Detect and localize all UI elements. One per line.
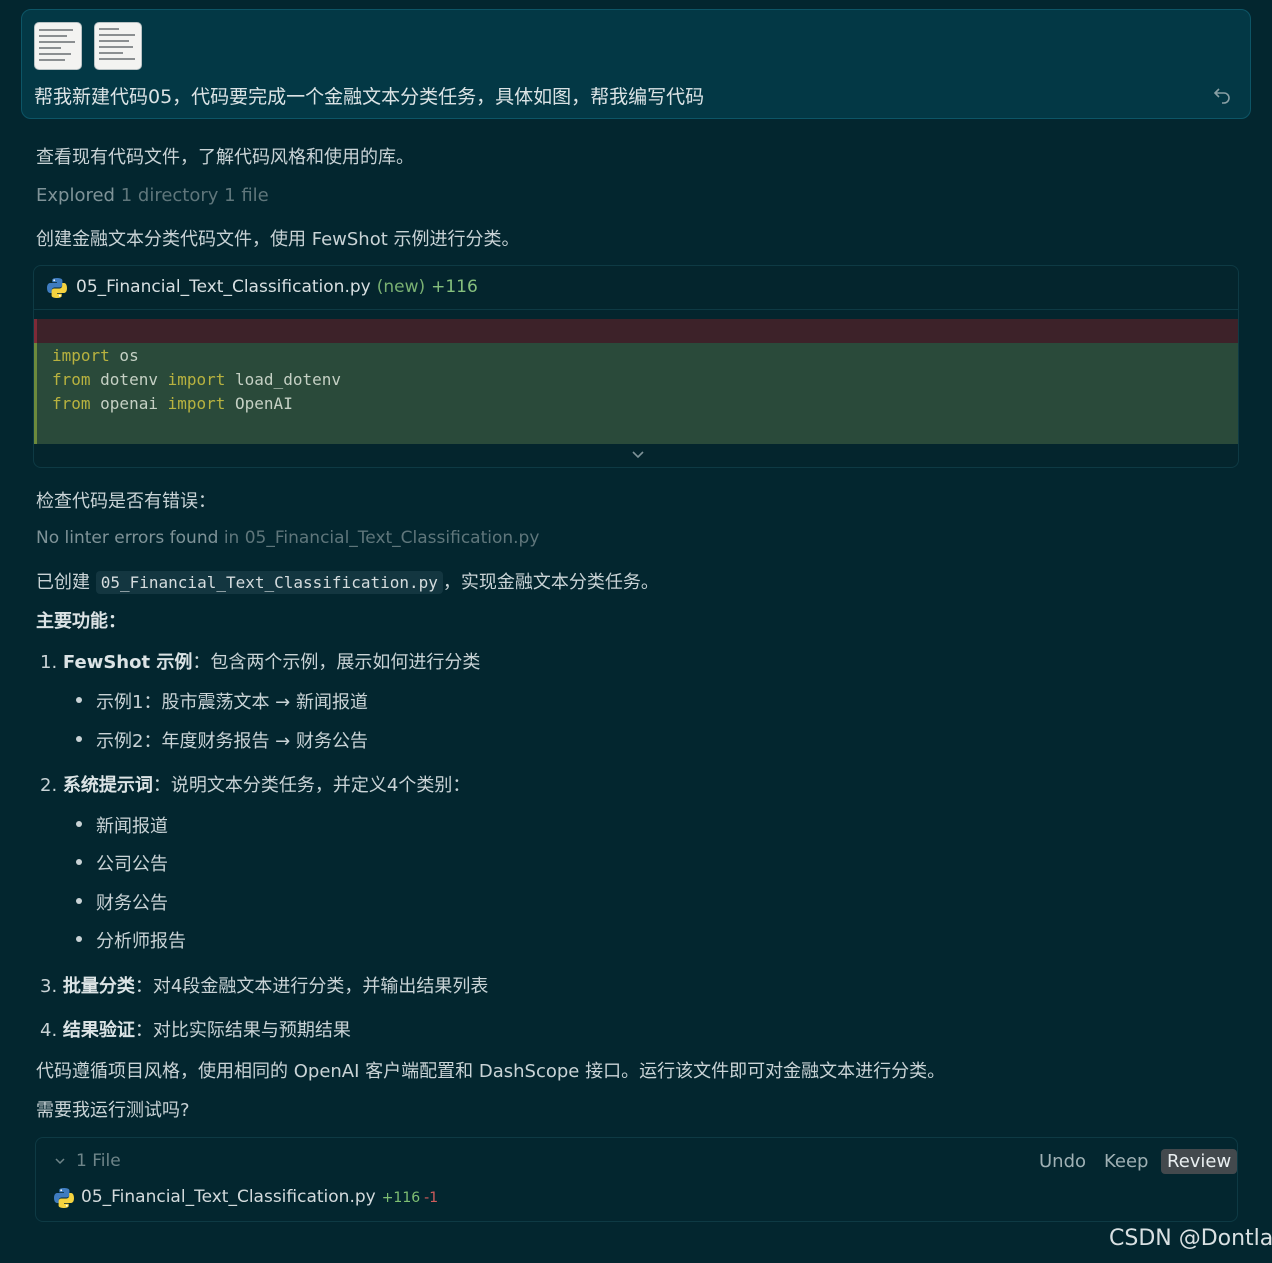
code-line: from dotenv import load_dotenv bbox=[52, 370, 341, 389]
assistant-step-text: 查看现有代码文件，了解代码风格和使用的库。 bbox=[36, 147, 414, 168]
attachment-thumbnail-1[interactable] bbox=[34, 22, 82, 70]
code-line: import os bbox=[52, 346, 139, 365]
explored-label: Explored bbox=[36, 185, 115, 206]
code-card-filename: 05_Financial_Text_Classification.py bbox=[76, 277, 371, 297]
features-title: 主要功能： bbox=[36, 611, 126, 632]
attachment-thumbnail-2[interactable] bbox=[94, 22, 142, 70]
feature-bullet: 新闻报道 bbox=[96, 816, 168, 837]
feature-bullet: 公司公告 bbox=[96, 854, 168, 875]
closing-text: 代码遵循项目风格，使用相同的 OpenAI 客户端配置和 DashScope 接… bbox=[36, 1061, 946, 1082]
feature-bullet: 分析师报告 bbox=[96, 931, 186, 952]
code-line: from openai import OpenAI bbox=[52, 394, 293, 413]
feature-bullet: 示例2：年度财务报告 → 财务公告 bbox=[96, 731, 368, 752]
review-button[interactable]: Review bbox=[1161, 1149, 1238, 1174]
return-arrow-icon[interactable] bbox=[1212, 84, 1232, 104]
lint-result-text: No linter errors found bbox=[36, 528, 219, 548]
code-diff-card: 05_Financial_Text_Classification.py (new)… bbox=[33, 265, 1239, 468]
feature-item: 2. 系统提示词：说明文本分类任务，并定义4个类别： bbox=[40, 775, 471, 796]
python-file-icon bbox=[54, 1188, 74, 1208]
additions-count: +116 bbox=[431, 277, 478, 297]
changed-file-row[interactable]: 05_Financial_Text_Classification.py +116-… bbox=[81, 1187, 438, 1207]
changed-file-additions: +116 bbox=[381, 1190, 421, 1206]
lint-result-file: in 05_Financial_Text_Classification.py bbox=[223, 528, 540, 548]
user-message: 帮我新建代码05，代码要完成一个金融文本分类任务，具体如图，帮我编写代码 bbox=[21, 9, 1251, 119]
deleted-line-strip bbox=[34, 319, 1238, 343]
explored-summary[interactable]: Explored 1 directory 1 file bbox=[36, 185, 269, 206]
explored-detail: 1 directory 1 file bbox=[120, 185, 269, 206]
bullet-dot bbox=[76, 697, 82, 703]
code-card-filename-row: 05_Financial_Text_Classification.py (new)… bbox=[76, 277, 478, 297]
feature-bullet: 示例1：股市震荡文本 → 新闻报道 bbox=[96, 692, 368, 713]
feature-item: 3. 批量分类：对4段金融文本进行分类，并输出结果列表 bbox=[40, 976, 489, 997]
changed-file-name: 05_Financial_Text_Classification.py bbox=[81, 1187, 376, 1207]
changed-file-deletions: -1 bbox=[424, 1190, 439, 1206]
expand-chevron-icon[interactable] bbox=[630, 449, 646, 461]
keep-button[interactable]: Keep bbox=[1098, 1149, 1154, 1174]
feature-item: 1. FewShot 示例：包含两个示例，展示如何进行分类 bbox=[40, 652, 481, 673]
watermark: CSDN @Dontla bbox=[1109, 1226, 1272, 1251]
feature-bullet: 财务公告 bbox=[96, 893, 168, 914]
lint-result[interactable]: No linter errors found in 05_Financial_T… bbox=[36, 528, 539, 548]
bullet-dot bbox=[76, 859, 82, 865]
assistant-step-text: 创建金融文本分类代码文件，使用 FewShot 示例进行分类。 bbox=[36, 229, 520, 250]
undo-button[interactable]: Undo bbox=[1033, 1149, 1092, 1174]
bullet-dot bbox=[76, 821, 82, 827]
collapse-chevron-icon[interactable] bbox=[54, 1156, 66, 1166]
created-file-code: 05_Financial_Text_Classification.py bbox=[95, 571, 443, 594]
bullet-dot bbox=[76, 936, 82, 942]
changed-files-panel: 1 File Undo Keep Review 05_Financial_Tex… bbox=[35, 1137, 1238, 1222]
new-file-tag: (new) bbox=[376, 277, 426, 297]
question-text: 需要我运行测试吗? bbox=[36, 1100, 190, 1121]
bullet-dot bbox=[76, 736, 82, 742]
created-summary: 已创建 05_Financial_Text_Classification.py，… bbox=[36, 571, 659, 594]
files-count-label[interactable]: 1 File bbox=[76, 1151, 121, 1171]
added-lines-block: import os from dotenv import load_dotenv… bbox=[34, 343, 1238, 444]
bullet-dot bbox=[76, 898, 82, 904]
feature-item: 4. 结果验证：对比实际结果与预期结果 bbox=[40, 1020, 351, 1041]
python-file-icon bbox=[47, 278, 67, 298]
user-message-text: 帮我新建代码05，代码要完成一个金融文本分类任务，具体如图，帮我编写代码 bbox=[34, 86, 705, 108]
code-card-header[interactable]: 05_Financial_Text_Classification.py (new)… bbox=[34, 266, 1238, 310]
assistant-step-text: 检查代码是否有错误： bbox=[36, 491, 216, 512]
